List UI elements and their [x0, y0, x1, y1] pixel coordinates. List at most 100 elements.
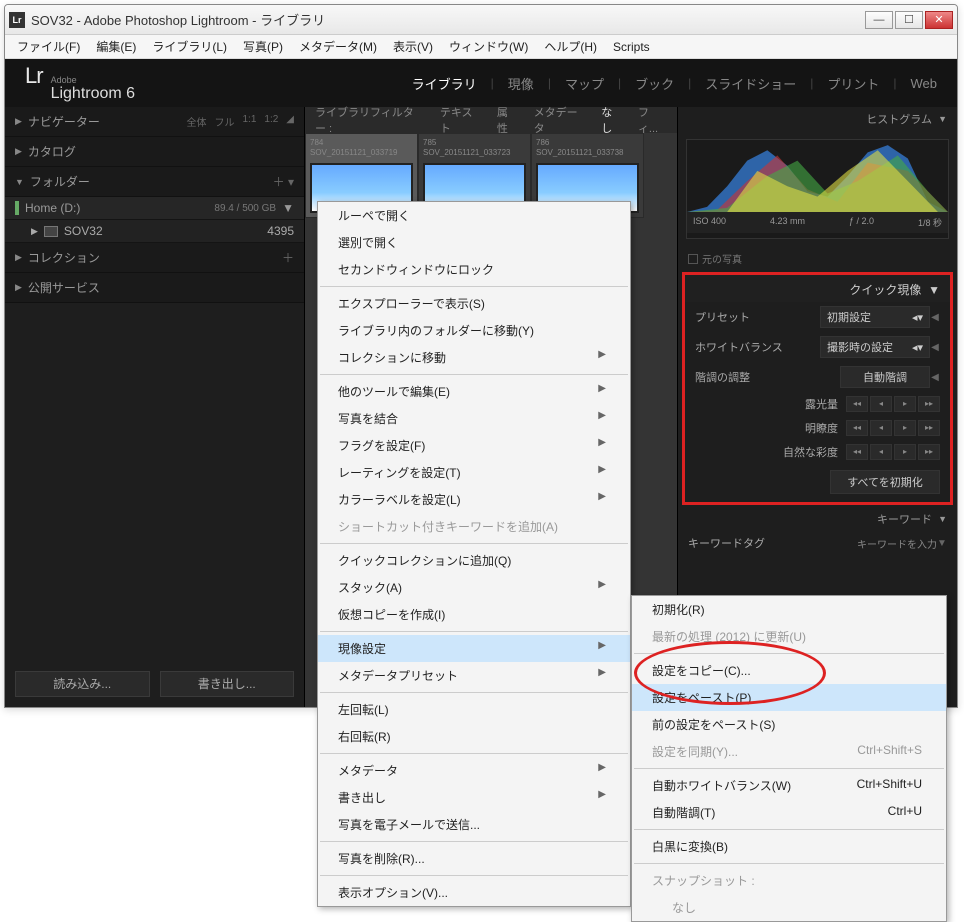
ctx-delete[interactable]: 写真を削除(R)... [318, 845, 630, 872]
folders-label: フォルダー [30, 173, 273, 190]
ctx-metadata[interactable]: メタデータ▶ [318, 757, 630, 784]
ctx-copy-settings[interactable]: 設定をコピー(C)... [632, 657, 946, 684]
ctx-paste-prev-settings[interactable]: 前の設定をペースト(S) [632, 711, 946, 738]
menu-view[interactable]: 表示(V) [385, 35, 441, 58]
ctx-auto-wb[interactable]: 自動ホワイトバランス(W)Ctrl+Shift+U [632, 772, 946, 799]
logo-product: Lightroom 6 [51, 85, 136, 103]
reset-all-button[interactable]: すべてを初期化 [830, 470, 940, 494]
ctx-virtual-copy[interactable]: 仮想コピーを作成(I) [318, 601, 630, 628]
menu-library[interactable]: ライブラリ(L) [144, 35, 235, 58]
filter-text[interactable]: テキスト [440, 104, 481, 136]
disclosure-icon[interactable]: ◀ [930, 372, 940, 383]
catalog-label: カタログ [28, 143, 294, 160]
keywords-label[interactable]: キーワード [688, 511, 932, 527]
ctx-auto-tone[interactable]: 自動階調(T)Ctrl+U [632, 799, 946, 826]
ctx-paste-settings[interactable]: 設定をペースト(P) [632, 684, 946, 711]
menu-window[interactable]: ウィンドウ(W) [441, 35, 536, 58]
module-print[interactable]: プリント [827, 74, 879, 93]
histogram[interactable]: ISO 400 4.23 mm ƒ / 2.0 1/8 秒 [686, 139, 949, 239]
module-develop[interactable]: 現像 [508, 74, 534, 93]
chevron-down-icon[interactable]: ▼ [938, 114, 947, 124]
ctx-set-rating[interactable]: レーティングを設定(T)▶ [318, 459, 630, 486]
ctx-rotate-right[interactable]: 右回転(R) [318, 723, 630, 750]
ctx-convert-bw[interactable]: 白黒に変換(B) [632, 833, 946, 860]
ctx-develop-settings[interactable]: 現像設定▶ [318, 635, 630, 662]
collections-label: コレクション [28, 249, 282, 266]
ctx-stack[interactable]: スタック(A)▶ [318, 574, 630, 601]
preset-select[interactable]: 初期設定◂▾ [820, 306, 930, 328]
ctx-edit-in[interactable]: 他のツールで編集(E)▶ [318, 378, 630, 405]
disclosure-icon[interactable]: ▼ [937, 538, 947, 549]
catalog-header[interactable]: ▶ カタログ [5, 137, 304, 167]
navigator-header[interactable]: ▶ ナビゲーター 全体 フル 1:1 1:2 ◢ [5, 107, 304, 137]
ctx-open-loupe[interactable]: ルーペで開く [318, 202, 630, 229]
drive-row[interactable]: Home (D:) 89.4 / 500 GB ▼ [5, 197, 304, 220]
vibrance-stepper[interactable]: ◂◂◂▸▸▸ [846, 444, 940, 460]
ctx-set-label[interactable]: カラーラベルを設定(L)▶ [318, 486, 630, 513]
menu-help[interactable]: ヘルプ(H) [536, 35, 605, 58]
folders-header[interactable]: ▼ フォルダー ＋ ▾ [5, 167, 304, 197]
plus-icon[interactable]: ＋ [282, 249, 294, 266]
close-button[interactable]: ✕ [925, 11, 953, 29]
ctx-metadata-preset[interactable]: メタデータプリセット▶ [318, 662, 630, 689]
folder-row[interactable]: ▶ SOV32 4395 [5, 220, 304, 243]
export-button[interactable]: 書き出し... [160, 671, 295, 697]
disclosure-icon[interactable]: ◀ [930, 342, 940, 353]
ctx-lock-2nd-window[interactable]: セカンドウィンドウにロック [318, 256, 630, 283]
ctx-set-flag[interactable]: フラグを設定(F)▶ [318, 432, 630, 459]
checkbox-icon[interactable] [688, 254, 698, 264]
module-map[interactable]: マップ [565, 74, 604, 93]
publish-header[interactable]: ▶ 公開サービス [5, 273, 304, 303]
exposure-stepper[interactable]: ◂◂◂▸▸▸ [846, 396, 940, 412]
ctx-view-options[interactable]: 表示オプション(V)... [318, 879, 630, 906]
ctx-goto-collection[interactable]: コレクションに移動▶ [318, 344, 630, 371]
wb-select[interactable]: 撮影時の設定◂▾ [820, 336, 930, 358]
exposure-label: 露光量 [695, 396, 846, 412]
ctx-reset[interactable]: 初期化(R) [632, 596, 946, 623]
maximize-button[interactable]: ☐ [895, 11, 923, 29]
module-slideshow[interactable]: スライドショー [705, 74, 796, 93]
filter-metadata[interactable]: メタデータ [534, 104, 586, 136]
menu-photo[interactable]: 写真(P) [235, 35, 291, 58]
ctx-email[interactable]: 写真を電子メールで送信... [318, 811, 630, 838]
module-web[interactable]: Web [911, 76, 938, 91]
clarity-stepper[interactable]: ◂◂◂▸▸▸ [846, 420, 940, 436]
histogram-label[interactable]: ヒストグラム [688, 111, 932, 127]
keyword-enter-label[interactable]: キーワードを入力 [857, 536, 937, 551]
chevron-down-icon[interactable]: ◢ [286, 114, 294, 129]
menu-file[interactable]: ファイル(F) [9, 35, 88, 58]
disclosure-icon[interactable]: ◀ [930, 312, 940, 323]
quick-develop-label[interactable]: クイック現像 [849, 283, 921, 297]
publish-label: 公開サービス [28, 279, 294, 296]
ctx-quick-collection[interactable]: クイックコレクションに追加(Q) [318, 547, 630, 574]
module-book[interactable]: ブック [635, 74, 674, 93]
nav-1-2[interactable]: 1:2 [264, 114, 278, 129]
nav-fit[interactable]: 全体 [186, 114, 206, 129]
filter-none[interactable]: なし [601, 104, 622, 136]
ctx-photo-merge[interactable]: 写真を結合▶ [318, 405, 630, 432]
filter-attribute[interactable]: 属性 [497, 104, 518, 136]
ctx-rotate-left[interactable]: 左回転(L) [318, 696, 630, 723]
module-library[interactable]: ライブラリ [412, 74, 477, 93]
import-button[interactable]: 読み込み... [15, 671, 150, 697]
histo-focal: 4.23 mm [770, 216, 805, 229]
ctx-open-sort[interactable]: 選別で開く [318, 229, 630, 256]
nav-fill[interactable]: フル [214, 114, 234, 129]
chevron-down-icon[interactable]: ▼ [938, 514, 947, 524]
thumb-num: 785 [423, 138, 436, 147]
chevron-right-icon: ▶ [15, 252, 22, 263]
menu-edit[interactable]: 編集(E) [88, 35, 144, 58]
menu-scripts[interactable]: Scripts [605, 37, 658, 57]
filter-more[interactable]: フィ... [638, 104, 667, 136]
chevron-down-icon[interactable]: ▼ [928, 283, 940, 297]
minimize-button[interactable]: — [865, 11, 893, 29]
auto-tone-button[interactable]: 自動階調 [840, 366, 930, 388]
nav-1-1[interactable]: 1:1 [242, 114, 256, 129]
ctx-goto-folder[interactable]: ライブラリ内のフォルダーに移動(Y) [318, 317, 630, 344]
chevron-down-icon[interactable]: ▼ [282, 201, 294, 215]
ctx-show-explorer[interactable]: エクスプローラーで表示(S) [318, 290, 630, 317]
menu-metadata[interactable]: メタデータ(M) [291, 35, 385, 58]
plus-icon[interactable]: ＋ ▾ [273, 173, 294, 190]
ctx-export[interactable]: 書き出し▶ [318, 784, 630, 811]
collections-header[interactable]: ▶ コレクション ＋ [5, 243, 304, 273]
